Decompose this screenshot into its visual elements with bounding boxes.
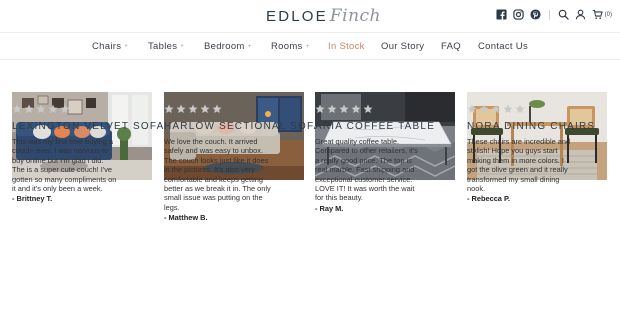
star-icon — [315, 104, 325, 113]
review-author: - Brittney T. — [12, 194, 53, 204]
review-line: couch- ever. I was nervous to — [12, 146, 109, 156]
review-line: in the pictures. It's also very — [164, 165, 255, 175]
review-line: a really good price. The top is — [315, 155, 412, 165]
star-icon — [24, 104, 34, 113]
star-icon — [327, 104, 337, 113]
review-line: small issue was putting on the — [164, 193, 263, 203]
star-icon — [200, 104, 210, 113]
review-author: - Matthew B. — [164, 213, 208, 223]
review-line: This was my first time buying a — [12, 137, 114, 146]
nav-item-our-story[interactable]: Our Story — [381, 41, 424, 52]
review-text: This was my first time buying a couch- e… — [12, 137, 152, 204]
header-separator — [548, 9, 550, 20]
review-line: making them in more colors. I — [467, 155, 564, 165]
star-icon — [491, 104, 501, 113]
rating-stars — [164, 104, 222, 114]
cart-icon[interactable] — [592, 9, 603, 20]
nav-item-rooms[interactable]: Rooms + — [271, 41, 309, 52]
review-text: These chairs are incredible and stylish!… — [467, 137, 607, 204]
star-icon — [48, 104, 58, 113]
rating-stars — [12, 104, 70, 114]
nav-item-chairs[interactable]: Chairs + — [92, 41, 128, 52]
star-icon — [176, 104, 186, 113]
rating-stars — [467, 104, 525, 114]
expand-icon: + — [247, 44, 252, 50]
star-icon — [339, 104, 349, 113]
instagram-icon[interactable] — [512, 9, 524, 20]
review-line: real marble. Fast shipping and — [315, 165, 415, 175]
review-line: comfortable and keeps getting — [164, 174, 264, 184]
nav-item-in-stock[interactable]: In Stock — [328, 41, 365, 52]
nav-item-tables[interactable]: Tables + — [148, 41, 184, 52]
nav-item-faq[interactable]: FAQ — [441, 41, 461, 52]
star-icon — [36, 104, 46, 113]
review-line: transformed my small dining — [467, 174, 560, 184]
review-product-title[interactable]: NORA DINING CHAIRS — [467, 121, 595, 132]
star-icon — [60, 104, 70, 113]
search-icon[interactable] — [558, 9, 569, 20]
review-line: it and it's only been a week. — [12, 184, 103, 194]
review-line: safely and was easy to unbox. — [164, 146, 264, 156]
account-icon[interactable] — [575, 9, 586, 20]
nav-item-contact-us[interactable]: Contact Us — [478, 41, 528, 52]
review-line: stylish! Hope you guys start — [467, 146, 558, 156]
star-icon — [515, 104, 525, 113]
review-line: exceptional customer service. — [315, 174, 413, 184]
review-product-title[interactable]: LEXINGTON VELVET SOFA — [12, 121, 164, 132]
nav-label: Bedroom — [204, 41, 245, 52]
review-line: better as we break it in. The only — [164, 184, 271, 194]
facebook-icon[interactable] — [496, 9, 507, 20]
star-icon — [188, 104, 198, 113]
review-line: These chairs are incredible and — [467, 137, 571, 146]
star-icon — [212, 104, 222, 113]
nav-label: Rooms — [271, 41, 303, 52]
review-product-title[interactable]: ARIA COFFEE TABLE — [315, 121, 435, 132]
star-icon — [351, 104, 361, 113]
pinterest-icon[interactable] — [530, 9, 541, 20]
star-icon — [12, 104, 22, 113]
nav-label: Contact Us — [478, 41, 528, 52]
expand-icon: + — [124, 44, 129, 50]
nav-item-bedroom[interactable]: Bedroom + — [204, 41, 251, 52]
review-text: We love the couch. It arrived safely and… — [164, 137, 304, 223]
nav-label: Chairs — [92, 41, 122, 52]
star-icon — [164, 104, 174, 113]
review-line: gotten so many compliments on — [12, 174, 117, 184]
review-line: buy online but I'm glad i did. — [12, 155, 104, 165]
review-line: The is a super cute couch! I've — [12, 165, 113, 175]
expand-icon: + — [305, 44, 310, 50]
review-line: LOVE IT! It was worth the wait — [315, 184, 415, 194]
review-line: legs. — [164, 202, 180, 212]
star-icon — [479, 104, 489, 113]
review-author: - Rebecca P. — [467, 194, 511, 204]
logo-script: Finch — [329, 6, 382, 26]
review-line: for this beauty. — [315, 193, 363, 203]
site-header: EDLOE Finch (0) — [0, 0, 620, 32]
header-icons: (0) — [496, 9, 612, 20]
review-line: Compared to other retailers, it's — [315, 146, 418, 156]
review-line: nook. — [467, 184, 486, 194]
star-icon — [503, 104, 513, 113]
star-icon — [467, 104, 477, 113]
main-nav: Chairs + Tables + Bedroom + Rooms + In Stock… — [0, 32, 620, 60]
cart-count[interactable]: (0) — [605, 12, 612, 18]
site-logo[interactable]: EDLOE Finch — [266, 4, 381, 28]
review-line: got the olive green and it really — [467, 165, 568, 175]
review-line: Great quality coffee table. — [315, 137, 400, 146]
review-author: - Ray M. — [315, 203, 344, 213]
star-icon — [363, 104, 373, 113]
expand-icon: + — [180, 44, 185, 50]
rating-stars — [315, 104, 373, 114]
review-text: Great quality coffee table. Compared to … — [315, 137, 455, 213]
review-line: The couch looks just like it does — [164, 155, 269, 165]
nav-label: Tables — [148, 41, 178, 52]
nav-label: FAQ — [441, 41, 461, 52]
logo-wordmark: EDLOE — [266, 7, 328, 25]
review-product-title[interactable]: HARLOW SECTIONAL SOFA — [164, 121, 322, 132]
nav-label: Our Story — [381, 41, 425, 52]
review-line: We love the couch. It arrived — [164, 137, 258, 146]
nav-label: In Stock — [328, 41, 365, 52]
